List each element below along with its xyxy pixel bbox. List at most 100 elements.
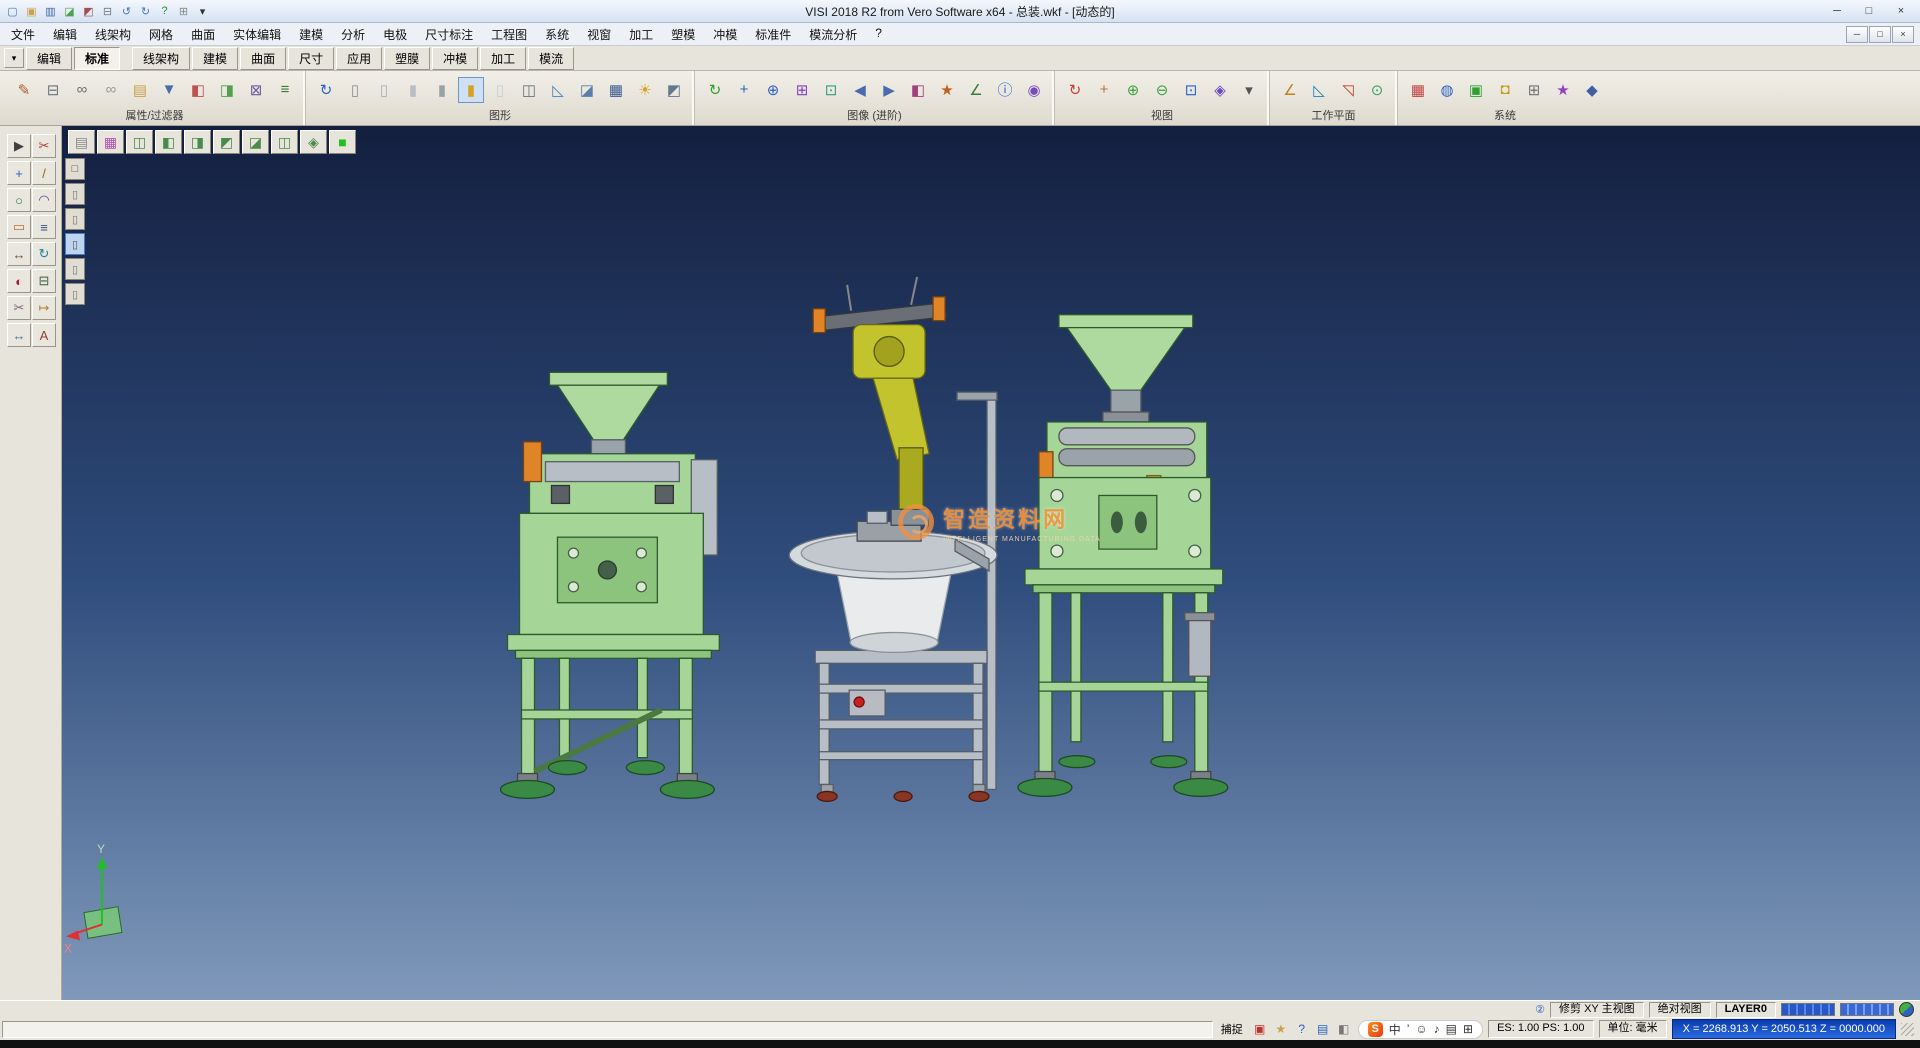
extend-icon[interactable]: ↦: [32, 296, 56, 320]
snap-toggle[interactable]: 捕捉: [1218, 1021, 1246, 1037]
calculator-icon[interactable]: ⊞: [1521, 77, 1547, 103]
mask-icon[interactable]: ⊠: [243, 77, 269, 103]
quickbar-caret-icon[interactable]: ▾: [194, 3, 211, 20]
color-palette-icon[interactable]: ▦: [1405, 77, 1431, 103]
erase-icon[interactable]: ✂: [32, 134, 56, 158]
transparent-mode-icon[interactable]: ▯: [487, 77, 513, 103]
ime-mic-icon[interactable]: ♪: [1434, 1022, 1440, 1036]
filter-layer-icon[interactable]: ◨: [214, 77, 240, 103]
save-icon[interactable]: ▥: [42, 3, 59, 20]
snapshot-icon[interactable]: ◉: [1021, 77, 1047, 103]
rectangle-icon[interactable]: ▭: [7, 215, 31, 239]
linetype-selector-bar[interactable]: [1840, 1003, 1894, 1016]
menu-item[interactable]: 实体编辑: [224, 24, 290, 45]
menu-item[interactable]: 尺寸标注: [416, 24, 482, 45]
strip-select-icon[interactable]: □: [65, 158, 85, 180]
point-icon[interactable]: +: [7, 161, 31, 185]
view-left-icon[interactable]: ◩: [213, 130, 240, 154]
line-icon[interactable]: /: [32, 161, 56, 185]
mode-tab[interactable]: 建模: [192, 47, 238, 70]
mode-tab[interactable]: 冲模: [432, 47, 478, 70]
mode-tab[interactable]: 尺寸: [288, 47, 334, 70]
mode-tab[interactable]: 线架构: [132, 47, 190, 70]
lights-icon[interactable]: ☀: [632, 77, 658, 103]
redo-icon[interactable]: ↻: [137, 3, 154, 20]
tab[interactable]: 标准: [74, 47, 120, 70]
view-bottom-icon[interactable]: ◫: [271, 130, 298, 154]
filter-color-icon[interactable]: ◧: [185, 77, 211, 103]
view-zoom-in-icon[interactable]: ⊕: [1120, 77, 1146, 103]
graphics-viewport[interactable]: ▤▦◫◧◨◩◪◫◈■ □▯▯▯▯▯: [62, 126, 1920, 1000]
view-fit-icon[interactable]: ⊡: [1178, 77, 1204, 103]
trim-icon[interactable]: ✂: [7, 296, 31, 320]
undo-icon[interactable]: ↺: [118, 3, 135, 20]
shadow-icon[interactable]: ◪: [574, 77, 600, 103]
view-back-icon[interactable]: ◪: [242, 130, 269, 154]
mode-tab[interactable]: 曲面: [240, 47, 286, 70]
perspective-icon[interactable]: ◺: [545, 77, 571, 103]
hidden-line-mode-icon[interactable]: ▯: [371, 77, 397, 103]
menu-item[interactable]: 文件: [2, 24, 44, 45]
assembly-3d-scene[interactable]: Y X: [62, 126, 1920, 1000]
color-selector-bar[interactable]: [1781, 1003, 1835, 1016]
workplane-view-field[interactable]: 修剪 XY 主视图: [1550, 1002, 1644, 1018]
menu-item[interactable]: 标准件: [746, 24, 800, 45]
maximize-button[interactable]: □: [1854, 2, 1884, 20]
workplane-xy-icon[interactable]: ∠: [1277, 77, 1303, 103]
refresh-view-icon[interactable]: ↻: [313, 77, 339, 103]
status-help-icon[interactable]: ?: [1293, 1020, 1311, 1038]
child-close-button[interactable]: ×: [1892, 26, 1914, 43]
filter-type-icon[interactable]: ▼: [156, 77, 182, 103]
help-quick-icon[interactable]: ?: [156, 3, 173, 20]
dynamic-zoom-icon[interactable]: ⊕: [760, 77, 786, 103]
mode-tab[interactable]: 塑膜: [384, 47, 430, 70]
view-zoom-out-icon[interactable]: ⊖: [1149, 77, 1175, 103]
clip-plane-icon[interactable]: ◧: [905, 77, 931, 103]
polyline-icon[interactable]: ≡: [32, 215, 56, 239]
change-attributes-icon[interactable]: ✎: [11, 77, 37, 103]
measure-icon[interactable]: ∠: [963, 77, 989, 103]
menu-item[interactable]: 模流分析: [800, 24, 866, 45]
view-front-icon[interactable]: ◧: [155, 130, 182, 154]
tab[interactable]: 编辑: [26, 47, 72, 70]
ime-keyboard-icon[interactable]: ▤: [1446, 1022, 1457, 1036]
ime-language-toggle[interactable]: 中: [1389, 1021, 1401, 1038]
dynamic-rotate-icon[interactable]: ↻: [702, 77, 728, 103]
menu-item[interactable]: 加工: [620, 24, 662, 45]
menu-item[interactable]: 视窗: [578, 24, 620, 45]
status-panel-icon[interactable]: ◧: [1335, 1020, 1353, 1038]
menu-item[interactable]: 网格: [140, 24, 182, 45]
workplane-reset-icon[interactable]: ⊙: [1364, 77, 1390, 103]
child-restore-button[interactable]: □: [1869, 26, 1891, 43]
zoom-window-icon[interactable]: ⊞: [789, 77, 815, 103]
ruler-icon[interactable]: ◆: [1579, 77, 1605, 103]
chain-deselect-icon[interactable]: ∞: [98, 77, 124, 103]
rotate-icon[interactable]: ↻: [32, 242, 56, 266]
status-grid-icon[interactable]: ▤: [1314, 1020, 1332, 1038]
command-input[interactable]: [2, 1021, 1213, 1038]
grid-settings-icon[interactable]: ▣: [1463, 77, 1489, 103]
menu-item[interactable]: 系统: [536, 24, 578, 45]
sparkle-icon[interactable]: ★: [1550, 77, 1576, 103]
rendered-mode-icon[interactable]: ▮: [458, 77, 484, 103]
absolute-view-field[interactable]: 绝对视图: [1649, 1002, 1711, 1018]
wireframe-mode-icon[interactable]: ▯: [342, 77, 368, 103]
previous-view-icon[interactable]: ◀: [847, 77, 873, 103]
menu-item[interactable]: ?: [866, 24, 891, 45]
view-named-icon[interactable]: ▾: [1236, 77, 1262, 103]
workplane-3pt-icon[interactable]: ◹: [1335, 77, 1361, 103]
next-view-icon[interactable]: ▶: [876, 77, 902, 103]
menu-item[interactable]: 塑模: [662, 24, 704, 45]
dimension-icon[interactable]: ↔: [7, 323, 31, 347]
machine-granulator-right[interactable]: [1018, 315, 1228, 797]
view-shaded-cube-icon[interactable]: ■: [329, 130, 356, 154]
mode-tab[interactable]: 应用: [336, 47, 382, 70]
globe-icon[interactable]: ◍: [1434, 77, 1460, 103]
menu-item[interactable]: 编辑: [44, 24, 86, 45]
print-icon[interactable]: ⊟: [99, 3, 116, 20]
strip-curve-filter-icon[interactable]: ▯: [65, 258, 85, 280]
dynamic-pan-icon[interactable]: +: [731, 77, 757, 103]
select-icon[interactable]: ▶: [7, 134, 31, 158]
view-right-icon[interactable]: ◨: [184, 130, 211, 154]
close-button[interactable]: ×: [1886, 2, 1916, 20]
